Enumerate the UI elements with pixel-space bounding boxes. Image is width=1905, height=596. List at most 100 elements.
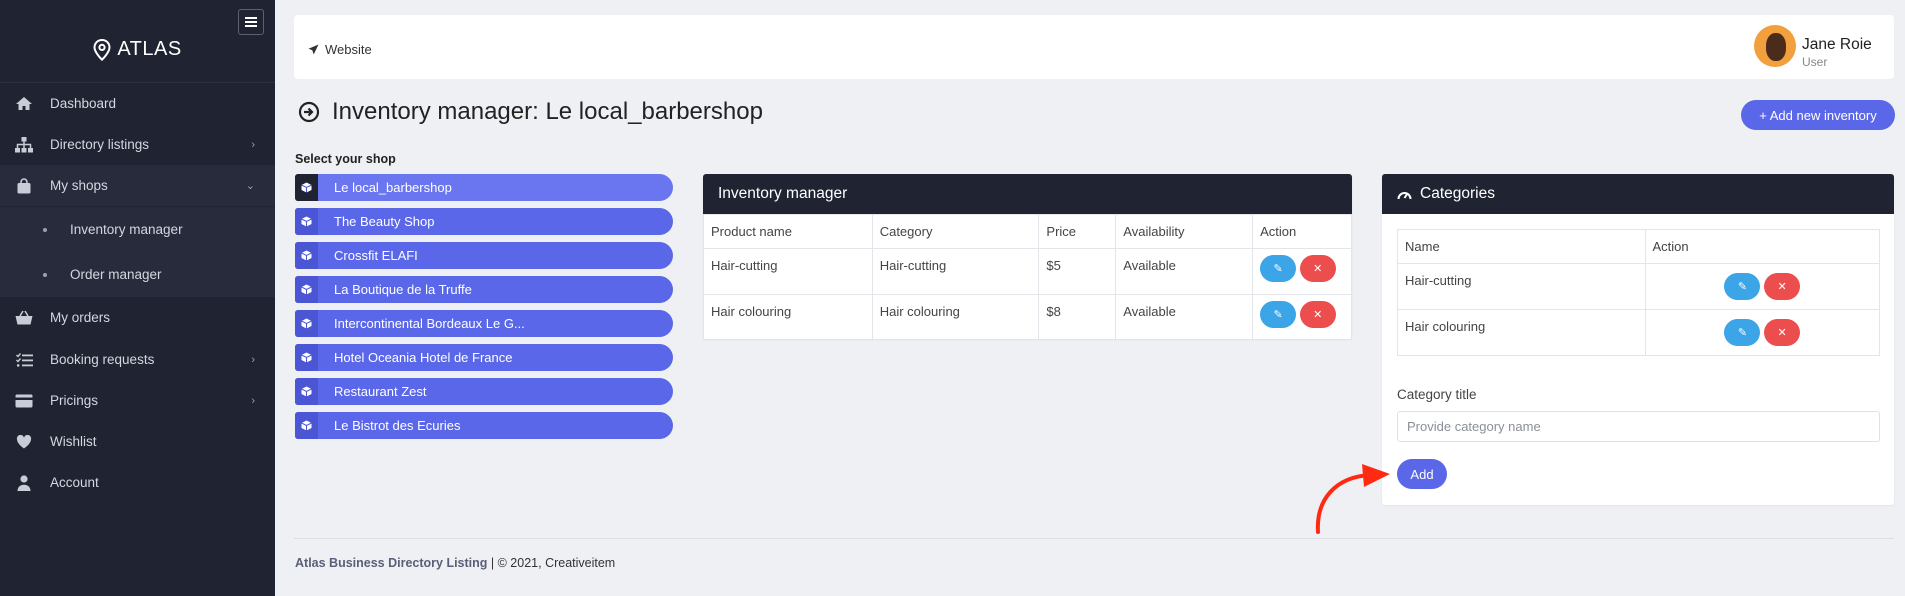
- shop-item[interactable]: The Beauty Shop: [295, 208, 673, 235]
- box-icon: [295, 242, 318, 269]
- sidebar-item-directory-listings[interactable]: Directory listings ›: [0, 124, 275, 165]
- select-shop-label: Select your shop: [295, 152, 396, 166]
- user-role: User: [1802, 55, 1828, 69]
- circle-arrow-right-icon: [298, 101, 320, 123]
- shop-item[interactable]: Restaurant Zest: [295, 378, 673, 405]
- sidebar-toggle-button[interactable]: [238, 9, 264, 35]
- action-cell: ✎ ✕: [1644, 309, 1880, 356]
- add-category-button[interactable]: Add: [1397, 459, 1447, 489]
- delete-button[interactable]: ✕: [1299, 301, 1336, 328]
- box-icon: [295, 208, 318, 235]
- sidebar: ATLAS Dashboard Directory listings › My …: [0, 0, 275, 596]
- gauge-icon: [1397, 192, 1412, 200]
- delete-button[interactable]: ✕: [1299, 255, 1336, 282]
- basket-icon: [13, 310, 35, 325]
- category-name-input[interactable]: [1397, 411, 1880, 442]
- sidebar-item-my-shops[interactable]: My shops ⌄: [0, 165, 275, 206]
- page-title-text: Inventory manager: Le local_barbershop: [332, 98, 763, 125]
- website-link[interactable]: Website: [308, 42, 372, 57]
- pencil-icon: ✎: [1737, 281, 1748, 293]
- sidebar-item-label: Dashboard: [50, 96, 117, 111]
- sidebar-item-wishlist[interactable]: Wishlist: [0, 421, 275, 462]
- chevron-right-icon: ›: [251, 394, 255, 407]
- add-new-inventory-button[interactable]: + Add new inventory: [1741, 100, 1895, 130]
- sidebar-item-pricings[interactable]: Pricings ›: [0, 380, 275, 421]
- pencil-icon: ✎: [1273, 309, 1283, 321]
- table-row: Hair-cutting ✎ ✕: [1397, 263, 1880, 310]
- shop-item[interactable]: Le local_barbershop: [295, 174, 673, 201]
- top-bar: Website Jane Roie User: [294, 15, 1894, 79]
- annotation-arrow-icon: [1315, 464, 1390, 534]
- categories-table: Name Action Hair-cutting ✎ ✕ Hair colour…: [1397, 229, 1880, 356]
- column-header: Price: [1038, 214, 1117, 249]
- shop-item[interactable]: Crossfit ELAFI: [295, 242, 673, 269]
- shop-item-label: Crossfit ELAFI: [334, 248, 418, 263]
- chevron-right-icon: ›: [251, 353, 255, 366]
- list-check-icon: [13, 352, 35, 367]
- table-cell: Hair colouring: [1397, 309, 1646, 356]
- category-title-label: Category title: [1397, 387, 1477, 402]
- shopping-bag-icon: [13, 177, 35, 194]
- column-header: Name: [1397, 229, 1646, 264]
- edit-button[interactable]: ✎: [1724, 273, 1761, 300]
- shop-item[interactable]: La Boutique de la Truffe: [295, 276, 673, 303]
- table-cell: $5: [1038, 248, 1117, 295]
- edit-button[interactable]: ✎: [1724, 319, 1761, 346]
- table-row: Hair colouring ✎ ✕: [1397, 309, 1880, 356]
- box-icon: [295, 310, 318, 337]
- sidebar-item-account[interactable]: Account: [0, 462, 275, 503]
- box-icon: [295, 412, 318, 439]
- inventory-card-title: Inventory manager: [718, 185, 848, 202]
- sidebar-subitem-label: Inventory manager: [70, 222, 183, 237]
- table-cell: Available: [1115, 248, 1254, 295]
- brand-name: ATLAS: [117, 38, 182, 60]
- shop-item-label: Le local_barbershop: [334, 180, 452, 195]
- shop-item-label: La Boutique de la Truffe: [334, 282, 472, 297]
- table-header-row: Product name Category Price Availability…: [703, 214, 1352, 249]
- table-row: Hair colouring Hair colouring $8 Availab…: [703, 294, 1352, 340]
- close-icon: ✕: [1777, 281, 1787, 293]
- shop-item[interactable]: Le Bistrot des Ecuries: [295, 412, 673, 439]
- categories-card-header: Categories: [1382, 174, 1894, 214]
- shop-item-label: Hotel Oceania Hotel de France: [334, 350, 513, 365]
- sitemap-icon: [13, 136, 35, 153]
- table-cell: Hair colouring: [871, 294, 1040, 340]
- footer-brand-link[interactable]: Atlas Business Directory Listing: [295, 556, 487, 570]
- edit-button[interactable]: ✎: [1260, 301, 1297, 328]
- column-header: Product name: [703, 214, 873, 249]
- sidebar-item-my-orders[interactable]: My orders: [0, 297, 275, 338]
- action-cell: ✎ ✕: [1252, 248, 1352, 295]
- table-row: Hair-cutting Hair-cutting $5 Available ✎…: [703, 248, 1352, 295]
- sidebar-item-label: Wishlist: [50, 434, 97, 449]
- home-icon: [13, 96, 35, 111]
- pencil-icon: ✎: [1737, 327, 1748, 339]
- credit-card-icon: [13, 394, 35, 408]
- shop-item-label: The Beauty Shop: [334, 214, 435, 229]
- sidebar-item-booking-requests[interactable]: Booking requests ›: [0, 339, 275, 380]
- sidebar-item-label: Pricings: [50, 393, 99, 408]
- shop-item[interactable]: Hotel Oceania Hotel de France: [295, 344, 673, 371]
- shop-item[interactable]: Intercontinental Bordeaux Le G...: [295, 310, 673, 337]
- edit-button[interactable]: ✎: [1260, 255, 1297, 282]
- delete-button[interactable]: ✕: [1764, 319, 1801, 346]
- bullet-icon: [43, 272, 47, 277]
- sidebar-subitem-inventory-manager[interactable]: Inventory manager: [0, 207, 275, 252]
- column-header: Availability: [1115, 214, 1254, 249]
- footer-divider: [294, 538, 1894, 539]
- close-icon: ✕: [1313, 309, 1323, 321]
- close-icon: ✕: [1777, 327, 1787, 339]
- box-icon: [295, 174, 318, 201]
- table-cell: Hair-cutting: [871, 248, 1040, 295]
- avatar[interactable]: [1754, 25, 1796, 67]
- box-icon: [295, 378, 318, 405]
- inventory-card-header: Inventory manager: [703, 174, 1352, 214]
- avatar-face: [1766, 33, 1786, 61]
- table-cell: Available: [1115, 294, 1254, 340]
- shop-item-label: Restaurant Zest: [334, 384, 427, 399]
- delete-button[interactable]: ✕: [1764, 273, 1801, 300]
- footer-copyright: | © 2021, Creativeitem: [490, 556, 616, 570]
- sidebar-item-dashboard[interactable]: Dashboard: [0, 83, 275, 124]
- user-name[interactable]: Jane Roie: [1802, 36, 1872, 54]
- sidebar-subitem-order-manager[interactable]: Order manager: [0, 252, 275, 297]
- brand-logo[interactable]: ATLAS: [0, 38, 275, 61]
